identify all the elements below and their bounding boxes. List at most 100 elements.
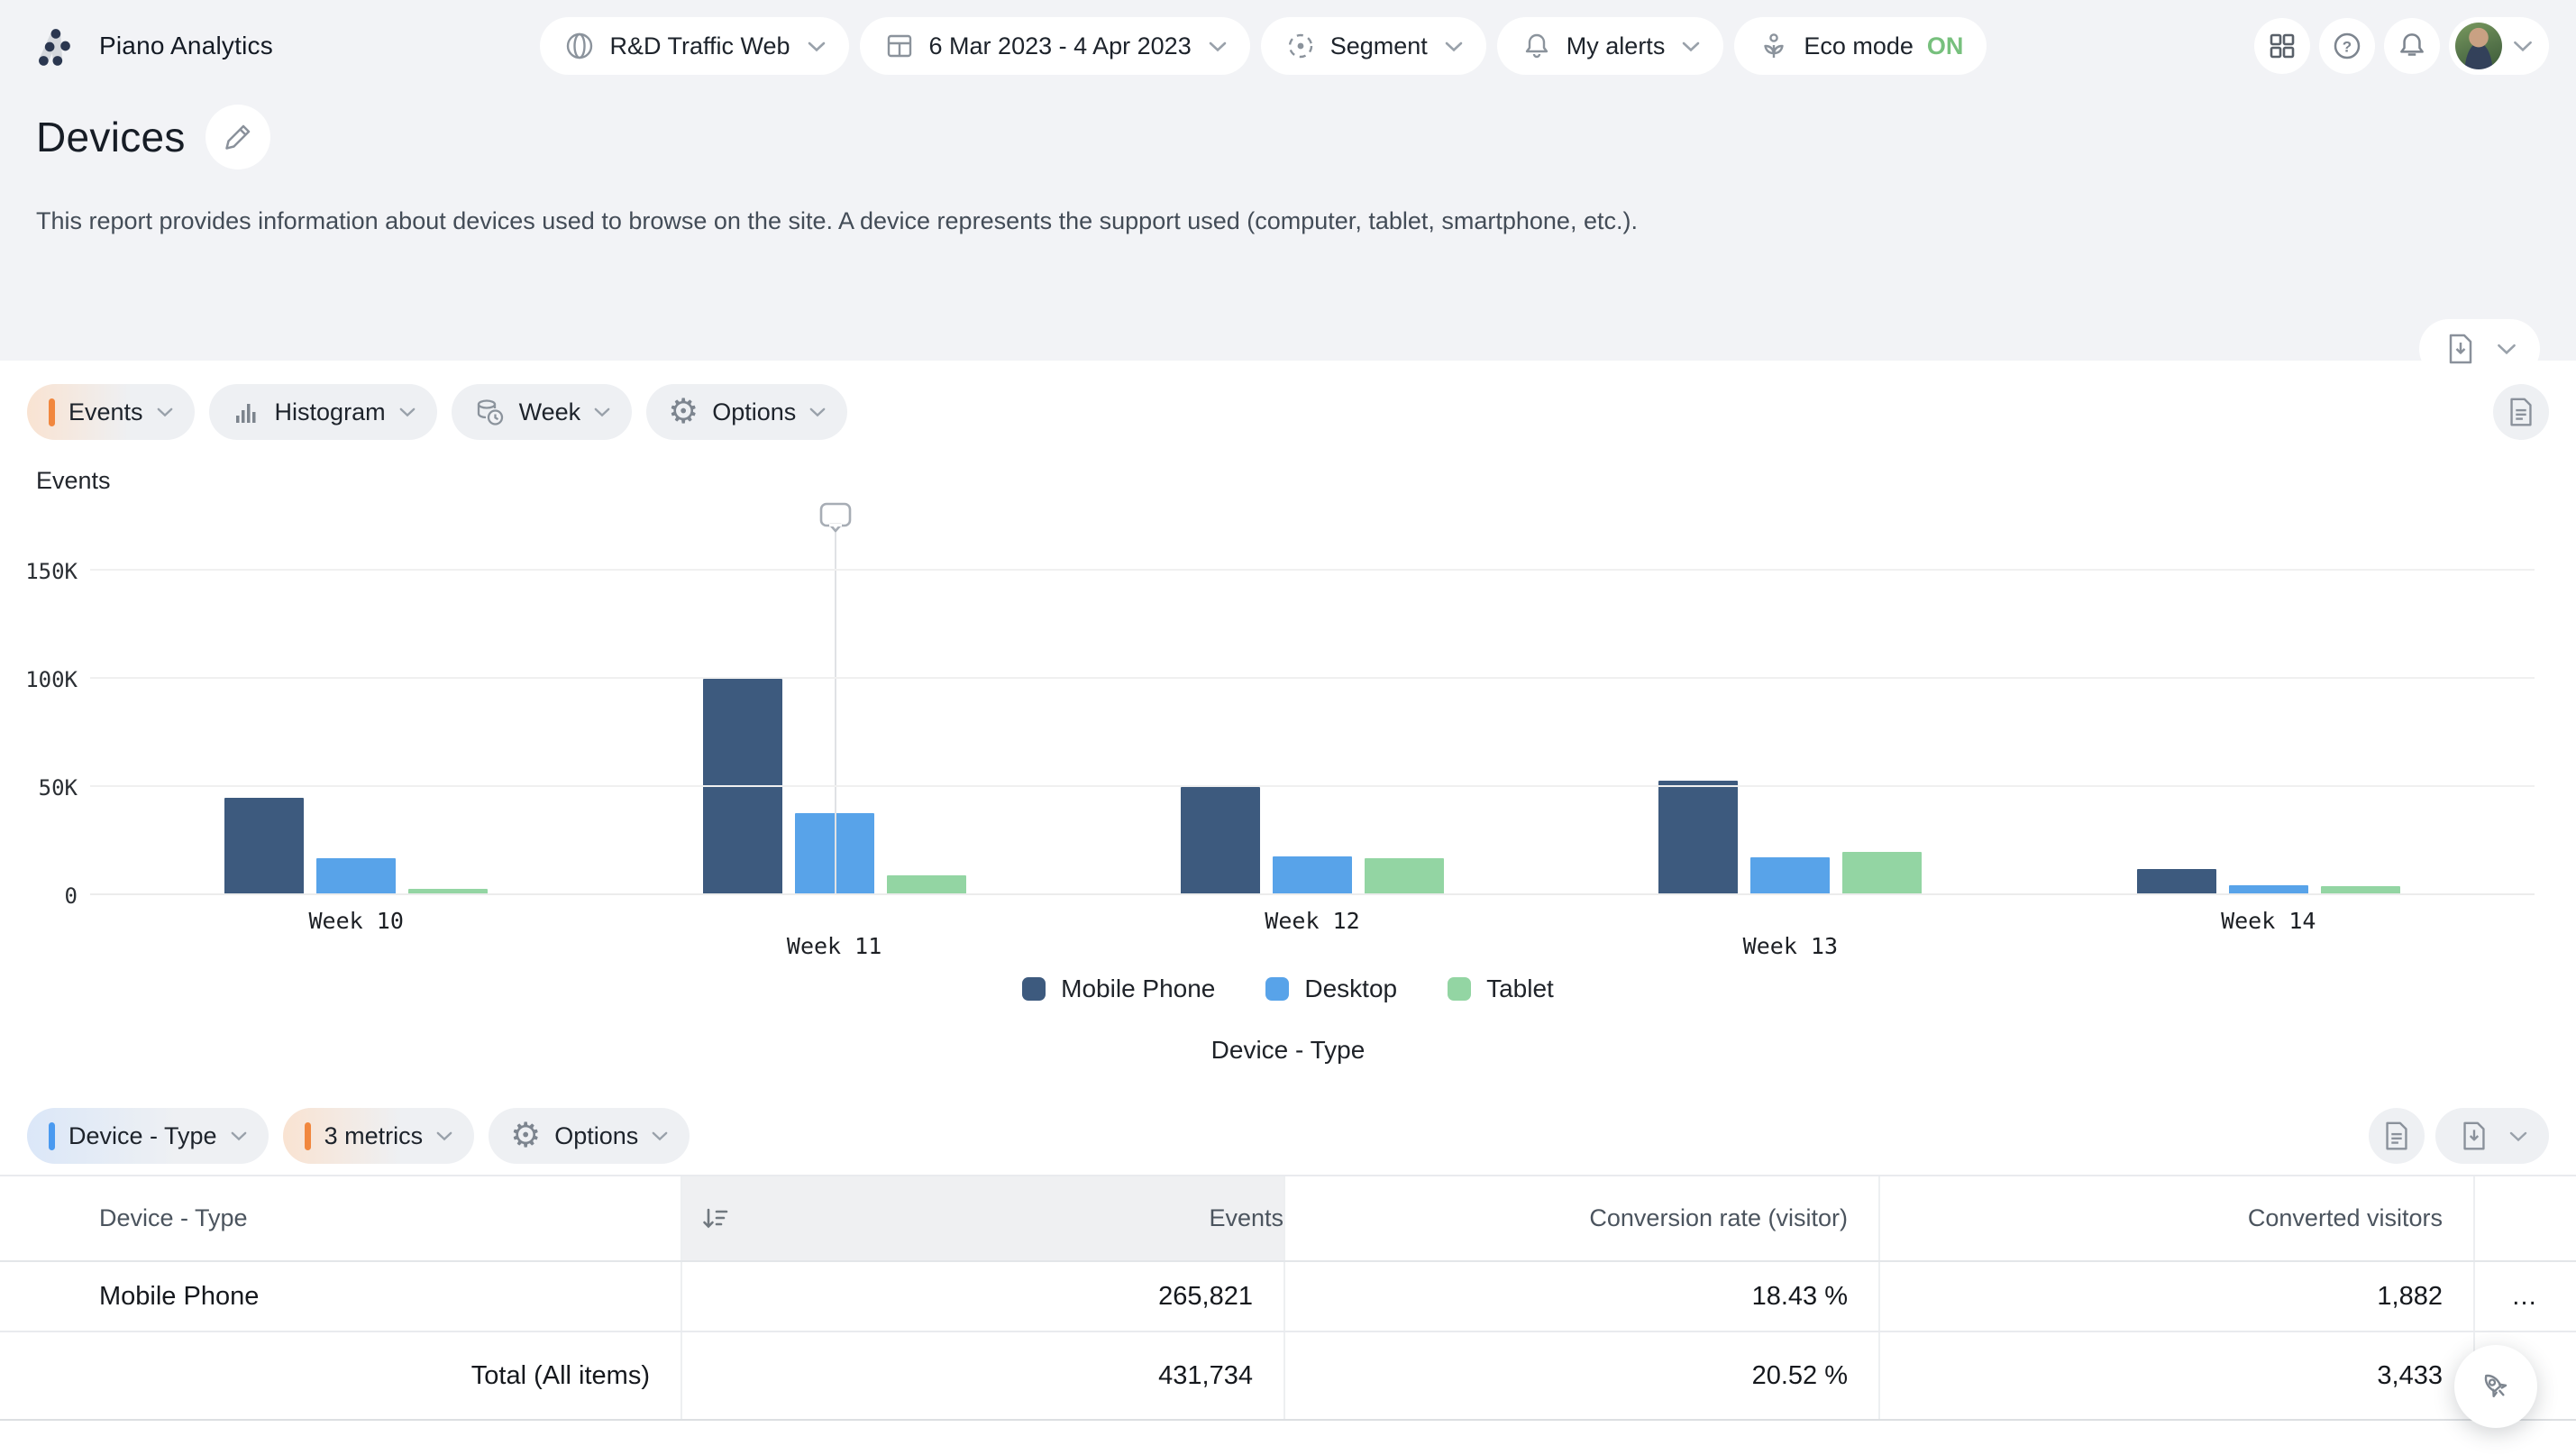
app-title: Piano Analytics xyxy=(99,32,273,60)
notifications-button[interactable] xyxy=(2384,18,2440,74)
table-header-row: Device - Type Events Conve xyxy=(0,1176,2576,1261)
bar-mobile-phone[interactable] xyxy=(224,798,304,895)
chevron-down-icon xyxy=(231,1130,247,1141)
comment-annotation-marker[interactable] xyxy=(835,531,836,895)
chart-body: 150K100K50K0 Week 10Week 11Week 12Week 1… xyxy=(0,508,2576,895)
legend-item-mobile-phone[interactable]: Mobile Phone xyxy=(1022,975,1215,1003)
user-menu[interactable] xyxy=(2449,17,2549,75)
svg-text:?: ? xyxy=(2343,39,2352,56)
chart-legend: Mobile Phone Desktop Tablet xyxy=(0,975,2576,1003)
row-actions-menu[interactable]: … xyxy=(2474,1261,2576,1331)
cell-converted-visitors: 1,882 xyxy=(1879,1261,2474,1331)
bar-mobile-phone[interactable] xyxy=(1658,781,1738,895)
table-dimension-label: Device - Type xyxy=(69,1122,217,1150)
chevron-down-icon xyxy=(2497,343,2517,355)
chevron-down-icon xyxy=(808,41,826,52)
my-alerts-selector[interactable]: My alerts xyxy=(1497,17,1724,75)
table-export-button[interactable] xyxy=(2435,1108,2549,1164)
chevron-down-icon xyxy=(1682,41,1700,52)
table-total-row: Total (All items) 431,734 20.52 % 3,433 xyxy=(0,1331,2576,1420)
help-button[interactable]: ? xyxy=(2319,18,2375,74)
column-header-events-label: Events xyxy=(1209,1204,1283,1232)
date-range-selector[interactable]: 6 Mar 2023 - 4 Apr 2023 xyxy=(860,17,1250,75)
report-header: Devices This report provides information… xyxy=(0,79,2576,235)
sort-descending-icon[interactable] xyxy=(700,1205,729,1232)
eco-mode-toggle[interactable]: Eco mode ON xyxy=(1734,17,1987,75)
my-alerts-label: My alerts xyxy=(1567,32,1666,60)
site-selector[interactable]: R&D Traffic Web xyxy=(540,17,848,75)
table-notes-button[interactable] xyxy=(2369,1108,2425,1164)
cell-conversion-rate: 18.43 % xyxy=(1284,1261,1879,1331)
eco-mode-label: Eco mode xyxy=(1804,32,1914,60)
column-header-device-type[interactable]: Device - Type xyxy=(0,1176,681,1261)
header-block: Piano Analytics R&D Traffic Web xyxy=(0,0,2576,361)
total-events: 431,734 xyxy=(681,1331,1284,1420)
segment-target-icon xyxy=(1284,30,1317,62)
chevron-down-icon xyxy=(652,1130,668,1141)
chart-y-axis-title: Events xyxy=(36,467,2576,495)
edit-title-button[interactable] xyxy=(206,105,270,169)
chevron-down-icon xyxy=(1445,41,1463,52)
bar-tablet[interactable] xyxy=(887,875,966,895)
total-label: Total (All items) xyxy=(0,1331,681,1420)
cell-device[interactable]: Mobile Phone xyxy=(0,1261,681,1331)
legend-swatch-desktop xyxy=(1265,977,1289,1001)
export-report-button[interactable] xyxy=(2419,319,2540,379)
table-dimension-selector[interactable]: Device - Type xyxy=(27,1108,269,1164)
column-header-actions xyxy=(2474,1176,2576,1261)
apps-grid-button[interactable] xyxy=(2254,18,2310,74)
chevron-down-icon xyxy=(809,407,826,417)
download-document-icon xyxy=(2443,331,2479,367)
chart-type-selector[interactable]: Histogram xyxy=(209,384,437,440)
bar-tablet[interactable] xyxy=(1842,852,1922,895)
bell-icon xyxy=(2395,29,2429,63)
gridline xyxy=(90,785,2535,787)
bar-mobile-phone[interactable] xyxy=(2137,869,2216,895)
period-database-clock-icon xyxy=(473,396,506,428)
avatar xyxy=(2455,23,2502,69)
chevron-down-icon xyxy=(399,407,416,417)
gridline xyxy=(90,569,2535,571)
chart-options-label: Options xyxy=(712,398,796,426)
column-header-events[interactable]: Events xyxy=(681,1176,1284,1261)
document-icon xyxy=(2504,395,2538,429)
column-header-converted-visitors[interactable]: Converted visitors xyxy=(1879,1176,2474,1261)
chart-options-button[interactable]: ⚙ Options xyxy=(646,384,847,440)
download-document-icon xyxy=(2457,1119,2491,1153)
piano-analytics-logo-icon xyxy=(27,20,79,72)
chart-metric-label: Events xyxy=(69,398,143,426)
boost-rocket-button[interactable] xyxy=(2454,1345,2537,1428)
legend-item-desktop[interactable]: Desktop xyxy=(1265,975,1397,1003)
pencil-icon xyxy=(220,119,256,155)
bar-tablet[interactable] xyxy=(1365,858,1444,895)
plot-area: Week 10Week 11Week 12Week 13Week 14 xyxy=(90,508,2535,895)
gear-icon: ⚙ xyxy=(510,1119,541,1153)
question-mark-icon: ? xyxy=(2330,29,2364,63)
brand[interactable]: Piano Analytics xyxy=(27,20,273,72)
bar-desktop[interactable] xyxy=(1273,856,1352,895)
chevron-down-icon xyxy=(157,407,173,417)
device-type-table: Device - Type Events Conve xyxy=(0,1175,2576,1421)
grid-icon xyxy=(2265,29,2299,63)
histogram-icon xyxy=(231,397,261,427)
table-metrics-selector[interactable]: 3 metrics xyxy=(283,1108,475,1164)
bell-icon xyxy=(1521,30,1553,62)
chart-metric-selector[interactable]: Events xyxy=(27,384,195,440)
legend-label: Mobile Phone xyxy=(1061,975,1215,1003)
date-range-label: 6 Mar 2023 - 4 Apr 2023 xyxy=(929,32,1192,60)
legend-swatch-mobile-phone xyxy=(1022,977,1046,1001)
dimension-accent-bar xyxy=(49,1122,55,1150)
bar-desktop[interactable] xyxy=(316,858,396,895)
bar-group-week-11: Week 11 xyxy=(703,508,966,895)
bar-groups: Week 10Week 11Week 12Week 13Week 14 xyxy=(90,508,2535,895)
granularity-selector[interactable]: Week xyxy=(452,384,633,440)
bar-mobile-phone[interactable] xyxy=(1181,787,1260,895)
segment-selector[interactable]: Segment xyxy=(1261,17,1486,75)
table-row[interactable]: Mobile Phone 265,821 18.43 % 1,882 … xyxy=(0,1261,2576,1331)
legend-item-tablet[interactable]: Tablet xyxy=(1448,975,1554,1003)
bar-mobile-phone[interactable] xyxy=(703,679,782,895)
table-options-button[interactable]: ⚙ Options xyxy=(489,1108,690,1164)
column-header-conversion-rate[interactable]: Conversion rate (visitor) xyxy=(1284,1176,1879,1261)
bar-desktop[interactable] xyxy=(1750,857,1830,895)
chart-notes-button[interactable] xyxy=(2493,384,2549,440)
